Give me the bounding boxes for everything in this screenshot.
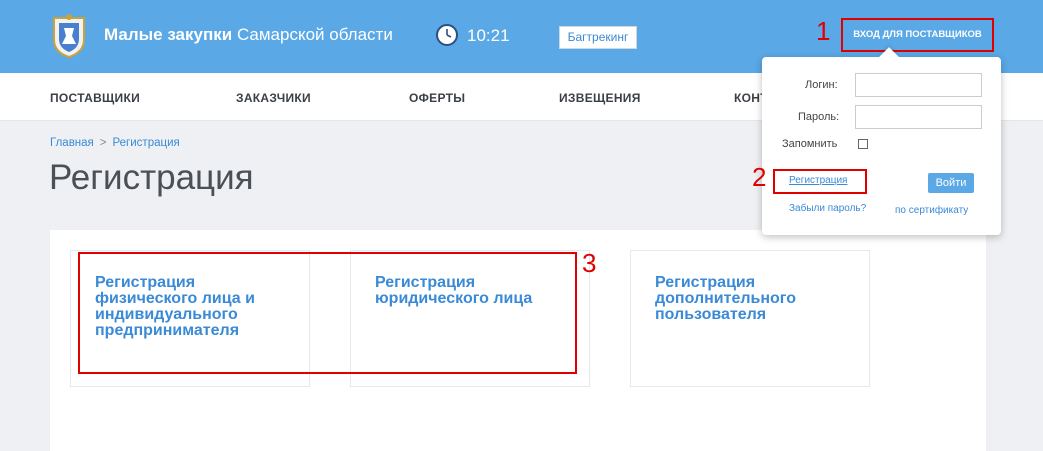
enter-button[interactable]: Войти <box>928 173 974 193</box>
login-input[interactable] <box>855 73 982 97</box>
nav-item-suppliers[interactable]: ПОСТАВЩИКИ <box>50 91 140 105</box>
coat-of-arms-icon[interactable] <box>50 14 88 58</box>
card-title-line: дополнительного <box>655 290 797 307</box>
login-dropdown: Логин: Пароль: Запомнить Регистрация Вой… <box>762 47 1001 235</box>
nav-item-offers[interactable]: ОФЕРТЫ <box>409 91 465 105</box>
nav-item-customers[interactable]: ЗАКАЗЧИКИ <box>236 91 311 105</box>
password-label: Пароль: <box>798 111 840 123</box>
breadcrumb-separator: > <box>99 137 107 149</box>
supplier-login-button[interactable]: ВХОД ДЛЯ ПОСТАВЩИКОВ <box>841 18 994 52</box>
brand-bold: Малые закупки <box>104 25 233 44</box>
annotation-2: 2 <box>752 162 767 192</box>
nav-item-notices[interactable]: ИЗВЕЩЕНИЯ <box>559 91 641 105</box>
register-link[interactable]: Регистрация <box>773 169 867 194</box>
highlight-box-3 <box>78 252 577 374</box>
breadcrumb: Главная > Регистрация <box>50 137 180 149</box>
brand-region: Самарской области <box>236 25 393 44</box>
remember-checkbox[interactable] <box>858 139 868 149</box>
annotation-3: 3 <box>582 248 597 278</box>
remember-label: Запомнить <box>782 138 838 150</box>
forgot-password-link[interactable]: Забыли пароль? <box>789 203 866 214</box>
annotation-1: 1 <box>816 16 831 46</box>
clock-time: 10:21 <box>467 26 510 45</box>
clock-icon <box>436 24 458 46</box>
bugtracking-button[interactable]: Багтрекинг <box>559 26 637 49</box>
page-title: Регистрация <box>49 158 254 197</box>
site-brand[interactable]: Малые закупки Самарской области <box>104 25 393 45</box>
card-title-line: Регистрация <box>655 274 756 291</box>
card-title-line: пользователя <box>655 306 767 323</box>
breadcrumb-home[interactable]: Главная <box>50 137 94 149</box>
register-additional-user-card[interactable]: Регистрация дополнительного пользователя <box>630 250 870 387</box>
login-label: Логин: <box>805 79 838 91</box>
password-input[interactable] <box>855 105 982 129</box>
breadcrumb-current[interactable]: Регистрация <box>113 137 180 149</box>
certificate-login-link[interactable]: по сертификату <box>895 205 968 216</box>
